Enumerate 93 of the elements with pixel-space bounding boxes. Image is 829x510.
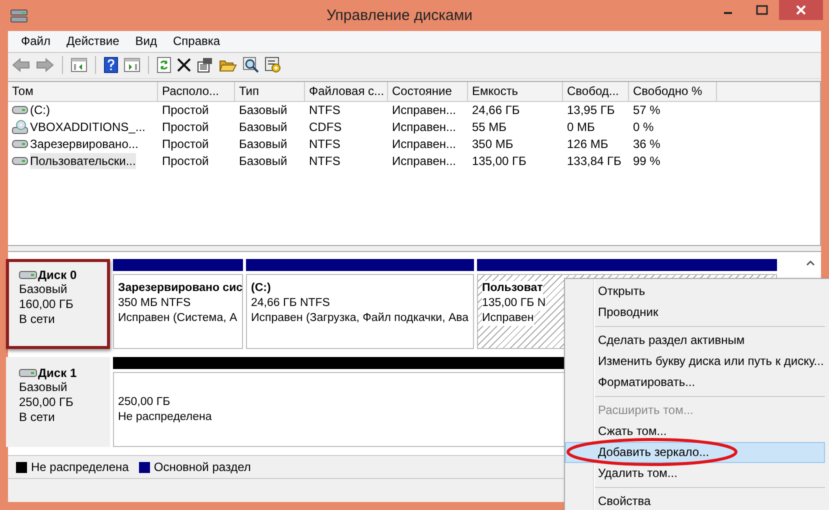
settings-icon[interactable] xyxy=(265,57,281,74)
action-pane-icon[interactable] xyxy=(124,58,140,72)
column-header[interactable]: Файловая с... xyxy=(305,82,388,101)
table-cell: 135,00 ГБ xyxy=(472,153,526,170)
menu-item[interactable]: Удалить том... xyxy=(565,463,825,484)
magnifier-icon[interactable] xyxy=(243,57,259,74)
disk-size: 250,00 ГБ xyxy=(19,395,74,410)
table-cell: Простой xyxy=(162,153,209,170)
partition-title: (C:) xyxy=(251,281,271,296)
column-header[interactable]: Свобод... xyxy=(563,82,629,101)
help-icon[interactable] xyxy=(104,57,118,74)
table-cell: 57 % xyxy=(633,102,660,118)
table-cell: 0 % xyxy=(633,119,654,136)
partition-title: Зарезервировано сис xyxy=(118,281,242,296)
disk-type: Базовый xyxy=(19,282,68,298)
table-cell: 126 МБ xyxy=(567,136,608,152)
console-pane-icon[interactable] xyxy=(71,58,87,72)
column-header[interactable]: Располо... xyxy=(158,82,235,101)
menu-item[interactable]: Справка xyxy=(166,32,228,50)
disk-status: В сети xyxy=(19,312,56,328)
disk-drive-icon xyxy=(10,8,28,24)
table-cell: Исправен... xyxy=(392,136,456,152)
delete-icon[interactable] xyxy=(177,58,191,72)
table-cell: 99 % xyxy=(633,153,660,170)
partition-info: Исправен (Система, А xyxy=(118,311,238,326)
table-cell: Исправен... xyxy=(392,102,456,118)
drive-icon xyxy=(12,105,28,116)
table-cell: Простой xyxy=(162,136,209,152)
column-header[interactable]: Свободно % xyxy=(629,82,717,101)
partition-info: Исправен (Загрузка, Файл подкачки, Ава xyxy=(251,311,469,326)
table-cell: Исправен... xyxy=(392,119,456,136)
menu-item[interactable]: Проводник xyxy=(565,302,825,323)
disk-type: Базовый xyxy=(19,380,68,396)
table-cell: 350 МБ xyxy=(472,136,514,152)
table-cell: Базовый xyxy=(239,153,288,170)
column-header[interactable]: Тип xyxy=(235,82,305,101)
legend-label: Основной раздел xyxy=(154,460,251,474)
partition-info: Исправен xyxy=(482,311,534,326)
drive-icon xyxy=(12,156,28,166)
partition-info: 350 МБ NTFS xyxy=(118,296,191,312)
column-header[interactable]: Том xyxy=(8,82,158,101)
table-cell: 24,66 ГБ xyxy=(472,102,520,118)
forward-arrow-icon[interactable] xyxy=(36,58,54,72)
column-header[interactable]: Состояние xyxy=(388,82,468,101)
partition-info: 250,00 ГБ xyxy=(118,394,170,410)
close-button[interactable] xyxy=(779,0,823,20)
disk-name: Диск 1 xyxy=(38,366,77,380)
folder-icon[interactable] xyxy=(219,58,237,72)
partition-title: Пользоват xyxy=(482,281,543,296)
column-header[interactable]: Емкость xyxy=(468,82,563,101)
menu-item[interactable]: Действие xyxy=(60,32,126,50)
table-cell: 55 МБ xyxy=(472,119,507,136)
drive-icon xyxy=(19,270,37,280)
maximize-icon[interactable] xyxy=(756,5,768,15)
partition-info: 24,66 ГБ NTFS xyxy=(251,296,330,312)
disk-size: 160,00 ГБ xyxy=(19,297,74,312)
table-cell: Простой xyxy=(162,102,209,118)
properties-icon[interactable] xyxy=(197,57,213,74)
menu-item[interactable]: Сделать раздел активным xyxy=(565,330,825,351)
table-cell: 133,84 ГБ xyxy=(567,153,622,170)
table-cell: Базовый xyxy=(239,136,288,152)
table-cell: Базовый xyxy=(239,119,288,136)
table-cell: 0 МБ xyxy=(567,119,595,136)
table-cell: VBOXADDITIONS_... xyxy=(30,119,146,136)
menu-item[interactable]: Свойства xyxy=(565,491,825,510)
cd-drive-icon xyxy=(12,120,28,134)
window-title: Управление дисками xyxy=(325,7,474,24)
table-cell: NTFS xyxy=(309,136,340,152)
partition-info: 135,00 ГБ N xyxy=(482,296,546,312)
menu-item[interactable]: Файл xyxy=(14,32,58,50)
table-cell: Простой xyxy=(162,119,209,136)
refresh-icon[interactable] xyxy=(157,57,171,74)
table-cell: Зарезервировано... xyxy=(30,136,138,152)
table-cell: CDFS xyxy=(309,119,342,136)
close-icon xyxy=(796,5,806,15)
table-cell: NTFS xyxy=(309,153,340,170)
table-cell: NTFS xyxy=(309,102,340,118)
drive-icon xyxy=(19,368,37,378)
back-arrow-icon[interactable] xyxy=(12,58,30,72)
table-cell: Пользовательски... xyxy=(30,153,136,170)
table-cell: Базовый xyxy=(239,102,288,118)
partition-info: Не распределена xyxy=(118,410,212,425)
drive-icon xyxy=(12,139,28,150)
legend-label: Не распределена xyxy=(31,460,129,474)
disk-name: Диск 0 xyxy=(38,268,77,282)
scroll-up-icon[interactable] xyxy=(806,260,814,266)
disk-status: В сети xyxy=(19,410,56,426)
table-cell: 13,95 ГБ xyxy=(567,102,615,118)
table-cell: 36 % xyxy=(633,136,660,152)
menu-item[interactable]: Вид xyxy=(128,32,164,50)
menu-item[interactable]: Открыть xyxy=(565,281,825,302)
table-cell: (C:) xyxy=(30,102,50,118)
table-cell: Исправен... xyxy=(392,153,456,170)
